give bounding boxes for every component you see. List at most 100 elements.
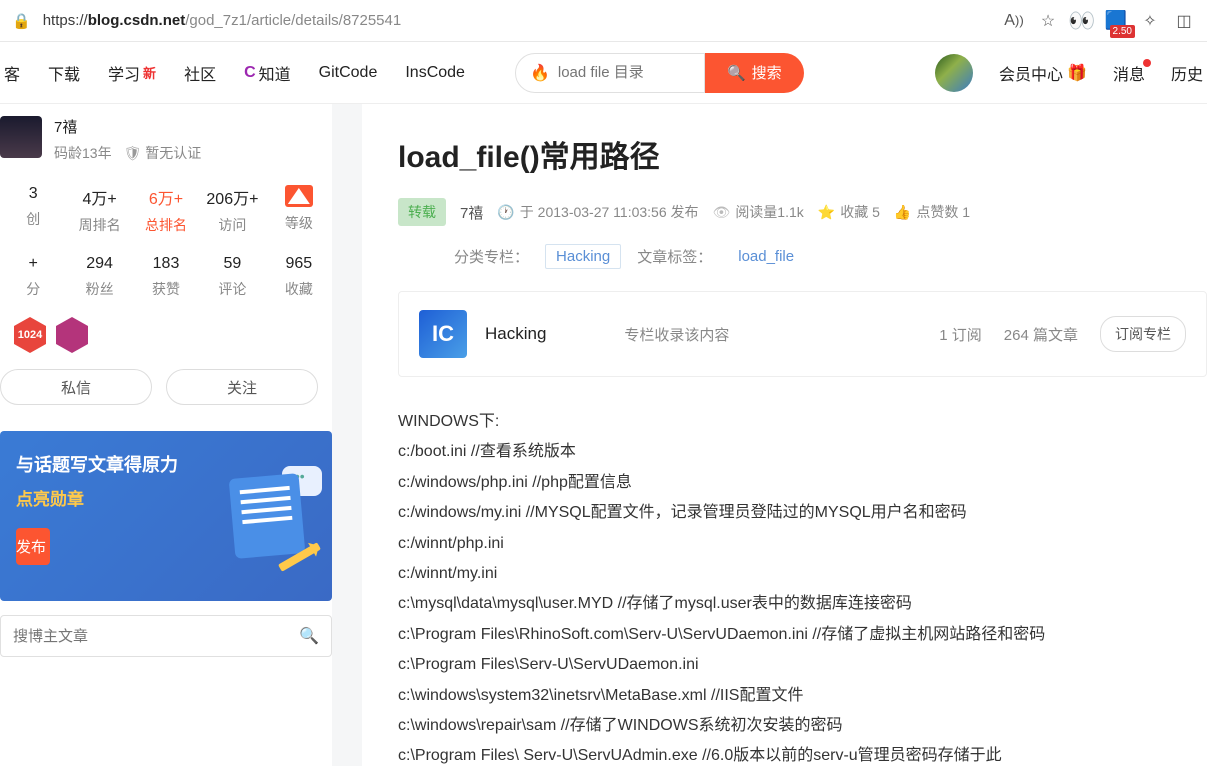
stat-level[interactable]: 等级 (266, 185, 332, 235)
meta-fav[interactable]: ⭐收藏 5 (818, 202, 880, 222)
shield-icon: 🛡 (124, 145, 142, 161)
author-name[interactable]: 7禧 (54, 116, 322, 137)
eyes-icon[interactable]: 👀 (1071, 10, 1093, 32)
body-line: c:\mysql\data\mysql\user.MYD //存储了mysql.… (398, 589, 1207, 619)
nav-zhidao[interactable]: C知道 (244, 61, 291, 85)
stat-original[interactable]: 3创 (0, 185, 66, 235)
article-content: load_file()常用路径 转载 7禧 🕐于 2013-03-27 11:0… (362, 104, 1207, 766)
column-name[interactable]: Hacking (485, 324, 546, 344)
url-input[interactable]: https://blog.csdn.net/god_7z1/article/de… (43, 12, 991, 29)
stat-total-rank[interactable]: 6万+总排名 (133, 185, 199, 235)
site-nav: 客 下载 学习新 社区 C知道 GitCode InsCode 🔥 🔍 搜索 会员… (0, 42, 1207, 104)
body-line: c:\Program Files\ Serv-U\ServUAdmin.exe … (398, 741, 1207, 766)
search-blog-box[interactable]: 🔍 (0, 615, 332, 657)
column-desc: 专栏收录该内容 (624, 324, 921, 345)
eye-icon: 👁 (713, 204, 731, 221)
body-line: c:\windows\repair\sam //存储了WINDOWS系统初次安装… (398, 711, 1207, 741)
badge-1024-icon[interactable]: 1024 (14, 317, 46, 353)
url-prefix: https:// (43, 12, 88, 29)
favorite-icon[interactable]: ☆ (1037, 10, 1059, 32)
follow-button[interactable]: 关注 (166, 369, 318, 405)
body-line: c:/winnt/my.ini (398, 559, 1207, 589)
body-line: c:/windows/my.ini //MYSQL配置文件，记录管理员登陆过的M… (398, 498, 1207, 528)
meta-time: 🕐于 2013-03-27 11:03:56 发布 (497, 202, 698, 222)
search-icon: 🔍 (727, 64, 746, 82)
zhidao-icon: C (244, 64, 256, 82)
stat-comments[interactable]: 59评论 (199, 255, 265, 299)
search-box[interactable]: 🔥 (515, 53, 705, 93)
article-meta: 转载 7禧 🕐于 2013-03-27 11:03:56 发布 👁阅读量1.1k… (398, 198, 1207, 226)
author-sidebar: 7禧 码龄13年 🛡 暂无认证 3创 4万+周排名 6万+总排名 206万+访问… (0, 104, 332, 766)
url-domain: blog.csdn.net (88, 12, 186, 29)
column-box: IC Hacking 专栏收录该内容 1 订阅 264 篇文章 订阅专栏 (398, 291, 1207, 377)
author-age: 码龄13年 (54, 143, 112, 163)
collections-icon[interactable]: 🟦2.50 (1105, 10, 1127, 32)
user-avatar[interactable] (935, 54, 973, 92)
lock-icon: 🔒 (12, 12, 31, 30)
split-screen-icon[interactable]: ◫ (1173, 10, 1195, 32)
column-subs: 1 订阅 (939, 324, 982, 345)
stat-favorites[interactable]: 965收藏 (266, 255, 332, 299)
stat-visits[interactable]: 206万+访问 (199, 185, 265, 235)
browser-address-bar: 🔒 https://blog.csdn.net/god_7z1/article/… (0, 0, 1207, 42)
stats-row-2: +分 294粉丝 183获赞 59评论 965收藏 (0, 245, 332, 309)
nav-learn[interactable]: 学习新 (108, 61, 156, 85)
fire-icon: 🔥 (530, 63, 550, 83)
meta-author[interactable]: 7禧 (460, 202, 483, 223)
nav-member-label: 会员中心 (999, 61, 1063, 85)
author-avatar[interactable] (0, 116, 42, 158)
body-line: c:\Program Files\RhinoSoft.com\Serv-U\Se… (398, 620, 1207, 650)
nav-history[interactable]: 历史 (1171, 61, 1203, 85)
nav-community[interactable]: 社区 (184, 61, 216, 85)
article-title: load_file()常用路径 (398, 132, 1207, 176)
nav-member[interactable]: 会员中心🎁 (999, 61, 1087, 85)
search-btn-label: 搜索 (752, 62, 782, 83)
stat-points[interactable]: +分 (0, 255, 66, 299)
nav-blog[interactable]: 客 (4, 61, 20, 85)
body-line: c:/windows/php.ini //php配置信息 (398, 468, 1207, 498)
nav-learn-label: 学习 (108, 61, 140, 85)
nav-gitcode[interactable]: GitCode (319, 64, 378, 82)
private-msg-button[interactable]: 私信 (0, 369, 152, 405)
level-icon (285, 185, 313, 207)
promo-publish-button[interactable]: 发布 (16, 528, 50, 565)
extensions-icon[interactable]: ✧ (1139, 10, 1161, 32)
badges-row: 1024 (0, 309, 332, 361)
body-line: c:/boot.ini //查看系统版本 (398, 437, 1207, 467)
new-badge: 新 (143, 63, 156, 82)
body-line: WINDOWS下: (398, 407, 1207, 437)
body-line: c:/winnt/php.ini (398, 529, 1207, 559)
badge-pen-icon[interactable] (56, 317, 88, 353)
url-path: /god_7z1/article/details/8725541 (185, 12, 401, 29)
promo-illustration (212, 466, 322, 576)
subscribe-column-button[interactable]: 订阅专栏 (1100, 316, 1186, 352)
stat-likes[interactable]: 183获赞 (133, 255, 199, 299)
stat-fans[interactable]: 294粉丝 (66, 255, 132, 299)
promo-card[interactable]: 与话题写文章得原力 点亮勋章 发布 (0, 431, 332, 601)
star-icon: ⭐ (818, 204, 835, 221)
tag-link[interactable]: load_file (728, 245, 804, 268)
body-line: c:\windows\system32\inetsrv\MetaBase.xml… (398, 681, 1207, 711)
meta-likes[interactable]: 👍点赞数 1 (894, 202, 970, 222)
search-button[interactable]: 🔍 搜索 (705, 53, 804, 93)
search-icon[interactable]: 🔍 (299, 626, 319, 646)
category-label: 分类专栏： (454, 246, 529, 267)
search-blog-input[interactable] (13, 628, 299, 645)
stats-row-1: 3创 4万+周排名 6万+总排名 206万+访问 等级 (0, 175, 332, 245)
category-link[interactable]: Hacking (545, 244, 621, 269)
meta-views: 👁阅读量1.1k (713, 202, 804, 222)
column-icon: IC (419, 310, 467, 358)
nav-inscode[interactable]: InsCode (405, 64, 465, 82)
nav-zhidao-label: 知道 (259, 61, 291, 85)
gift-icon: 🎁 (1067, 63, 1087, 83)
clock-icon: 🕐 (497, 204, 514, 221)
read-aloud-icon[interactable]: A)) (1003, 10, 1025, 32)
nav-download[interactable]: 下载 (48, 61, 80, 85)
tags-label: 文章标签： (637, 246, 712, 267)
repost-tag: 转载 (398, 198, 446, 226)
nav-messages[interactable]: 消息 (1113, 61, 1145, 85)
nav-msg-label: 消息 (1113, 61, 1145, 85)
stat-week-rank[interactable]: 4万+周排名 (66, 185, 132, 235)
search-input[interactable] (558, 64, 698, 81)
thumbs-up-icon: 👍 (894, 204, 911, 221)
